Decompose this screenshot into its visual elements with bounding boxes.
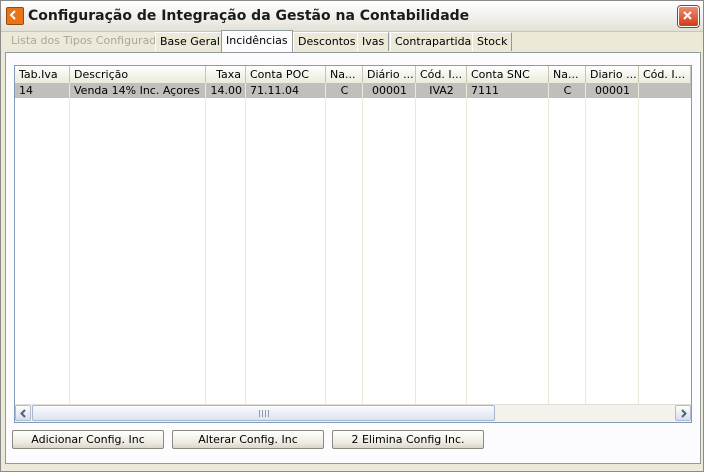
cell-natureza-snc: C xyxy=(563,84,572,97)
column-divider xyxy=(415,83,416,408)
column-divider xyxy=(638,83,639,408)
column-divider xyxy=(548,83,549,408)
column-divider xyxy=(69,83,70,408)
cell-tab-iva: 14 xyxy=(19,84,33,97)
incidencias-grid[interactable]: Tab.Iva Descrição Taxa Conta POC Na... D… xyxy=(14,65,692,423)
column-divider xyxy=(325,83,326,408)
col-diario-poc[interactable]: Diário ... xyxy=(363,66,416,83)
column-divider xyxy=(585,83,586,408)
cell-natureza-poc: C xyxy=(340,84,349,97)
cell-cod-iva-snc xyxy=(639,83,691,98)
col-cod-iva-snc[interactable]: Cód. I... xyxy=(639,66,691,83)
tab-lista-tipos: Lista dos Tipos Configurados xyxy=(7,32,173,50)
delete-config-button[interactable]: 2 Elimina Config Inc. xyxy=(332,430,484,449)
add-config-button[interactable]: Adicionar Config. Inc xyxy=(12,430,164,449)
tab-stock[interactable]: Stock xyxy=(472,32,513,51)
column-divider xyxy=(245,83,246,408)
arrow-left-icon xyxy=(20,409,26,418)
edit-config-button[interactable]: Alterar Config. Inc xyxy=(172,430,324,449)
col-diario-snc[interactable]: Diario ... xyxy=(586,66,639,83)
column-divider xyxy=(466,83,467,408)
horizontal-scrollbar[interactable] xyxy=(15,404,691,422)
scroll-right-button[interactable] xyxy=(675,405,691,421)
tab-descontos[interactable]: Descontos xyxy=(293,32,361,51)
table-row[interactable]: 14 Venda 14% Inc. Açores 14.00 71.11.04 … xyxy=(15,83,691,98)
scroll-thumb[interactable] xyxy=(32,405,495,421)
tab-contrapartidas[interactable]: Contrapartidas xyxy=(390,32,483,51)
title-bar[interactable]: Configuração de Integração da Gestão na … xyxy=(1,1,703,32)
app-back-icon[interactable] xyxy=(6,7,24,25)
cell-conta-poc: 71.11.04 xyxy=(250,84,299,97)
cell-conta-snc: 7111 xyxy=(471,84,499,97)
column-divider xyxy=(362,83,363,408)
column-divider xyxy=(205,83,206,408)
scroll-grip xyxy=(259,410,269,417)
col-descricao[interactable]: Descrição xyxy=(70,66,206,83)
window-title: Configuração de Integração da Gestão na … xyxy=(28,8,470,24)
col-natureza-poc[interactable]: Na... xyxy=(326,66,363,83)
tab-panel: Tab.Iva Descrição Taxa Conta POC Na... D… xyxy=(5,52,701,464)
close-icon xyxy=(683,11,692,20)
cell-cod-iva-poc: IVA2 xyxy=(429,84,454,97)
col-tab-iva[interactable]: Tab.Iva xyxy=(15,66,70,83)
col-natureza-snc[interactable]: Na... xyxy=(549,66,586,83)
col-taxa[interactable]: Taxa xyxy=(206,66,246,83)
col-cod-iva-poc[interactable]: Cód. I... xyxy=(416,66,467,83)
col-conta-poc[interactable]: Conta POC xyxy=(246,66,326,83)
cell-descricao: Venda 14% Inc. Açores xyxy=(74,84,200,97)
close-button[interactable] xyxy=(678,6,699,27)
grid-header: Tab.Iva Descrição Taxa Conta POC Na... D… xyxy=(15,66,691,84)
tab-incidencias[interactable]: Incidências xyxy=(221,30,293,52)
scroll-left-button[interactable] xyxy=(15,405,31,421)
tab-base-geral[interactable]: Base Geral xyxy=(155,32,225,51)
col-conta-snc[interactable]: Conta SNC xyxy=(467,66,549,83)
cell-diario-snc: 00001 xyxy=(595,84,630,97)
arrow-right-icon xyxy=(681,409,687,418)
main-window: Configuração de Integração da Gestão na … xyxy=(0,0,704,472)
tab-ivas[interactable]: Ivas xyxy=(357,32,390,51)
cell-taxa: 14.00 xyxy=(210,84,243,97)
cell-diario-poc: 00001 xyxy=(372,84,407,97)
